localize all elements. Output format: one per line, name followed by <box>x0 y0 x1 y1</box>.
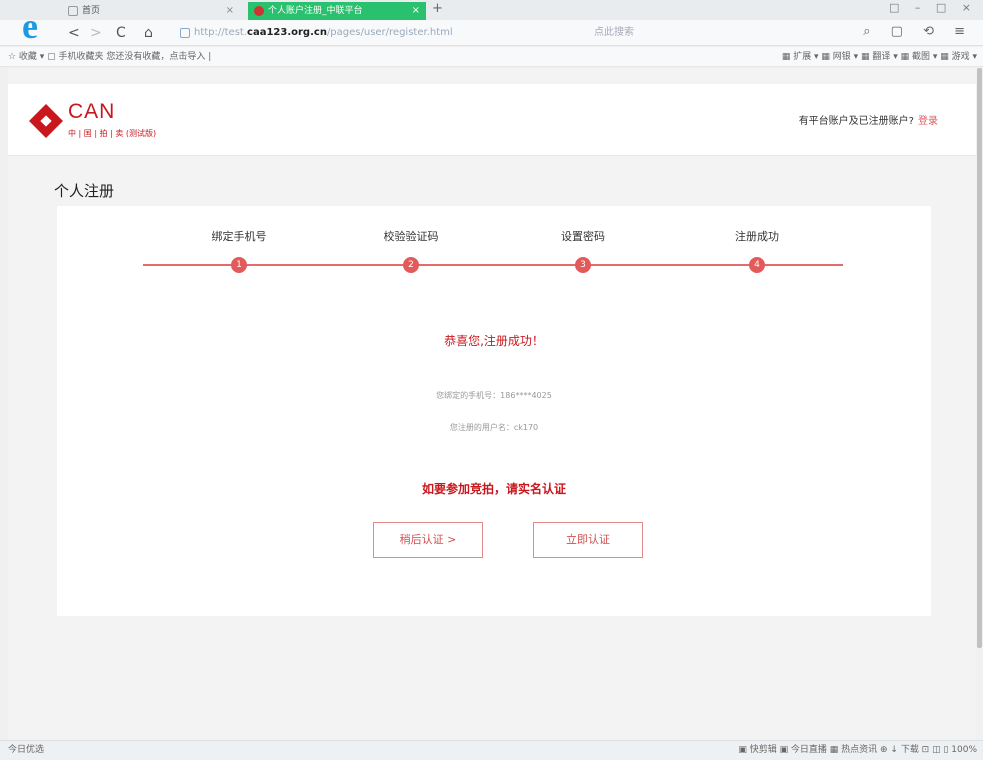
scrollbar-thumb[interactable] <box>977 68 982 648</box>
site-favicon-icon <box>254 6 264 16</box>
site-header: CAN 中 | 国 | 拍 | 卖 (测试版) 有平台账户及已注册账户? 登录 <box>8 84 976 156</box>
tab-label: 个人账户注册_中联平台 <box>268 6 363 16</box>
step-label: 设置密码 <box>561 230 605 243</box>
register-card: 绑定手机号 1 校验验证码 2 设置密码 3 注册成功 4 恭喜您,注册成功！ … <box>57 206 931 616</box>
step-number: 3 <box>575 257 591 273</box>
verify-notice: 如要参加竞拍，请实名认证 <box>421 482 566 496</box>
bookmarks-right[interactable]: ▦ 扩展 ▾ ▦ 网银 ▾ ▦ 翻译 ▾ ▦ 截图 ▾ ▦ 游戏 ▾ <box>782 47 977 67</box>
status-left[interactable]: 今日优选 <box>8 741 44 760</box>
step-3: 设置密码 3 <box>523 228 643 273</box>
page-content: CAN 中 | 国 | 拍 | 卖 (测试版) 有平台账户及已注册账户? 登录 个… <box>8 68 976 740</box>
tab-label: 首页 <box>82 6 101 16</box>
bookmarks-left[interactable]: ☆ 收藏 ▾ ▢ 手机收藏夹 您还没有收藏，点击导入 | <box>8 47 211 67</box>
close-icon[interactable]: × <box>412 2 420 20</box>
forward-button[interactable]: > <box>90 24 102 42</box>
browser-nav-bar: e < > C ⌂ http://test.caa123.org.cn/page… <box>0 6 983 46</box>
tab-home[interactable]: 首页 × <box>62 2 240 20</box>
bound-phone: 您绑定的手机号：186****4025 <box>436 391 552 400</box>
step-label: 校验验证码 <box>383 230 439 243</box>
verify-now-button[interactable]: 立即认证 <box>533 522 643 558</box>
window-controls[interactable]: □ – □ × <box>889 1 977 14</box>
status-right[interactable]: ▣ 快剪辑 ▣ 今日直播 ▦ 热点资讯 ⊕ ↓ 下载 ⊡ ◫ ▯ 100% <box>738 741 977 760</box>
step-label: 绑定手机号 <box>211 230 267 243</box>
step-label: 注册成功 <box>735 230 779 243</box>
search-hint[interactable]: 点此搜索 <box>594 23 634 43</box>
browser-tab-bar: 首页 × 个人账户注册_中联平台 × + □ – □ × <box>0 0 983 20</box>
page-icon <box>68 6 78 16</box>
tab-register[interactable]: 个人账户注册_中联平台 × <box>248 2 426 20</box>
page-icon <box>180 28 190 38</box>
logo-subtitle: 中 | 国 | 拍 | 卖 (测试版) <box>68 129 157 138</box>
browser-logo-icon: e <box>22 6 38 46</box>
url-text: http://test.caa123.org.cn/pages/user/reg… <box>194 27 453 38</box>
steps-line <box>143 264 843 266</box>
close-icon[interactable]: × <box>226 2 234 20</box>
site-logo[interactable]: CAN 中 | 国 | 拍 | 卖 (测试版) <box>29 100 182 138</box>
browser-status-bar: 今日优选 ▣ 快剪辑 ▣ 今日直播 ▦ 热点资讯 ⊕ ↓ 下载 ⊡ ◫ ▯ 10… <box>0 740 983 760</box>
login-link[interactable]: 登录 <box>918 116 938 127</box>
address-bar[interactable]: http://test.caa123.org.cn/pages/user/reg… <box>176 23 876 43</box>
bookmarks-bar: ☆ 收藏 ▾ ▢ 手机收藏夹 您还没有收藏，点击导入 | ▦ 扩展 ▾ ▦ 网银… <box>0 47 983 67</box>
step-number: 2 <box>403 257 419 273</box>
login-hint: 有平台账户及已注册账户? 登录 <box>798 116 938 127</box>
page-scrollbar[interactable] <box>976 68 983 740</box>
success-message: 恭喜您,注册成功！ <box>444 334 544 348</box>
step-number: 4 <box>749 257 765 273</box>
back-button[interactable]: < <box>68 24 80 42</box>
reload-button[interactable]: C <box>116 24 126 42</box>
home-button[interactable]: ⌂ <box>144 24 153 42</box>
logo-text: CAN <box>68 100 116 123</box>
step-4: 注册成功 4 <box>697 228 817 273</box>
verify-later-button[interactable]: 稍后认证 > <box>373 522 483 558</box>
logo-diamond-icon <box>29 104 63 138</box>
new-tab-button[interactable]: + <box>432 1 443 16</box>
step-number: 1 <box>231 257 247 273</box>
step-1: 绑定手机号 1 <box>179 228 299 273</box>
toolbar-right-icons[interactable]: ⌕ ▢ ⟲ ≡ <box>863 24 973 39</box>
step-2: 校验验证码 2 <box>351 228 471 273</box>
registered-username: 您注册的用户名：ck170 <box>449 423 539 432</box>
page-title: 个人注册 <box>54 182 115 200</box>
